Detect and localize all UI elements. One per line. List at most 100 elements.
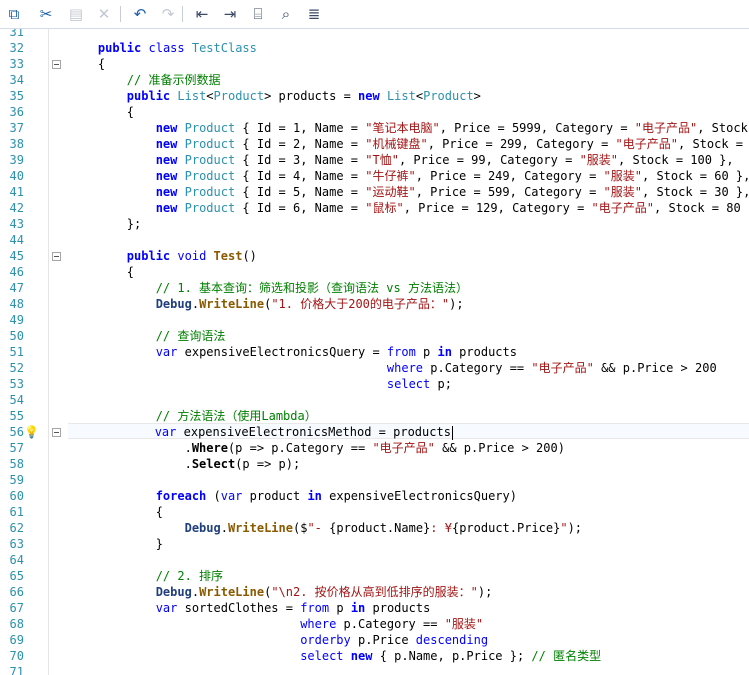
code-token: , Price = 299, Category = [427,137,616,151]
code-token: public [126,249,171,263]
code-line[interactable]: new Product { Id = 6, Name = "鼠标", Price… [69,200,749,216]
find-button[interactable]: ⌕ [276,4,296,24]
line-number: 53 [9,377,24,391]
line-number: 40 [9,169,24,183]
code-line[interactable]: .Select(p => p); [69,456,301,472]
code-line[interactable]: new Product { Id = 5, Name = "运动鞋", Pric… [69,184,749,200]
copy-button[interactable]: ⧉ [4,4,24,24]
code-editor[interactable]: 31 32 33 34 35 36 37 38 39 40 41 42 43 44 45 46 47 48 49 50… [0,29,749,675]
code-line[interactable]: select p; [69,376,452,392]
code-token: sortedClothes = [177,601,301,615]
paste-icon: ▤ [68,5,84,23]
undo-button[interactable]: ↶ [130,4,150,24]
redo-button[interactable]: ↷ [158,4,178,24]
code-token: var [154,425,177,439]
code-line[interactable]: foreach (var product in expensiveElectro… [69,488,517,504]
code-line[interactable]: public List<Product> products = new List… [69,88,481,104]
code-line[interactable]: // 2. 排序 [69,568,223,584]
code-token: orderby [300,633,351,647]
code-token: Product [184,185,236,199]
code-token: , Price = 249, Category = [415,169,604,183]
code-token: {product.Price} [451,521,561,535]
code-line[interactable]: }; [69,216,141,232]
paste-button[interactable]: ▤ [66,4,86,24]
code-token: product [242,489,308,503]
line-number: 41 [9,185,24,199]
delete-button[interactable]: ✕ [94,4,114,24]
code-line[interactable]: new Product { Id = 2, Name = "机械键盘", Pri… [69,136,743,152]
code-line[interactable]: Debug.WriteLine($"- {product.Name}: ¥{pr… [69,520,582,536]
collapse-toggle[interactable] [52,252,61,261]
code-line[interactable]: new Product { Id = 4, Name = "牛仔裤", Pric… [69,168,749,184]
code-token: . [191,297,200,311]
code-token: public [97,41,142,55]
code-line[interactable]: public void Test() [69,248,257,264]
outdent-button[interactable]: ⇤ [192,4,212,24]
code-token: foreach [155,489,207,503]
indent-button[interactable]: ⇥ [220,4,240,24]
code-line[interactable]: where p.Category == "服装" [69,616,483,632]
code-line[interactable]: var expensiveElectronicsQuery = from p i… [69,344,517,360]
lightbulb-icon[interactable]: 💡 [24,424,39,440]
code-line[interactable]: new Product { Id = 3, Name = "T恤", Price… [69,152,734,168]
indent-icon: ⇥ [223,5,237,23]
snippet-icon: ⌸ [253,5,263,23]
code-line[interactable]: // 1. 基本查询：筛选和投影（查询语法 vs 方法语法） [69,280,468,296]
code-token: in [350,601,366,615]
code-token: { [69,505,163,519]
code-token: "服装" [579,153,619,167]
code-line[interactable]: var sortedClothes = from p in products [69,600,431,616]
cut-button[interactable]: ✂ [36,4,56,24]
code-token: WriteLine [227,521,293,535]
code-line[interactable]: // 准备示例数据 [69,72,221,88]
code-line[interactable]: .Where(p => p.Category == "电子产品" && p.Pr… [69,440,565,456]
code-line[interactable]: // 方法语法（使用Lambda） [69,408,317,424]
code-line[interactable]: } [69,536,163,552]
line-number: 56 [9,425,24,439]
code-token: { Id = 1, Name = [235,121,366,135]
code-line[interactable]: // 查询语法 [69,328,226,344]
code-line[interactable]: orderby p.Price descending [69,632,488,648]
insert-snippet-button[interactable]: ⌸ [248,4,268,24]
code-line[interactable]: { [69,56,105,72]
format-button[interactable]: ≣ [304,4,324,24]
code-line[interactable]: Debug.WriteLine("1. 价格大于200的电子产品："); [69,296,464,312]
code-token: < [415,89,424,103]
code-token: new [155,121,178,135]
code-line[interactable]: select new { p.Name, p.Price }; // 匿名类型 [69,648,601,664]
code-token: new [155,169,178,183]
code-token: WriteLine [199,585,265,599]
code-token: // 准备示例数据 [126,73,221,87]
code-token: var [155,601,178,615]
code-line[interactable]: Debug.WriteLine("\n2. 按价格从高到低排序的服装："); [69,584,493,600]
code-line[interactable]: where p.Category == "电子产品" && p.Price > … [69,360,717,376]
code-token: && p.Price > 200 [593,361,717,375]
code-token: "笔记本电脑" [365,121,440,135]
code-token: Product [423,89,474,103]
collapse-toggle[interactable] [52,428,61,437]
code-line[interactable]: new Product { Id = 1, Name = "笔记本电脑", Pr… [69,120,748,136]
code-token: new [350,649,373,663]
code-token: var [220,489,243,503]
scissors-icon: ✂ [39,5,53,23]
code-line[interactable]: { [69,264,134,280]
code-line[interactable]: { [69,504,163,520]
line-number: 42 [9,201,24,215]
code-area[interactable]: public class TestClass { // 准备示例数据 publi… [68,29,749,675]
collapse-toggle[interactable] [52,60,61,69]
code-token: , Price = 599, Category = [415,185,604,199]
code-line[interactable]: public class TestClass [69,40,257,56]
code-line[interactable]: { [69,104,134,120]
current-code-line[interactable]: var expensiveElectronicsMethod = product… [68,423,749,440]
code-token: p [329,601,351,615]
code-token: expensiveElectronicsQuery) [321,489,517,503]
line-number: 58 [9,457,24,471]
code-token: { Id = 6, Name = [235,201,366,215]
code-token: Product [184,137,236,151]
